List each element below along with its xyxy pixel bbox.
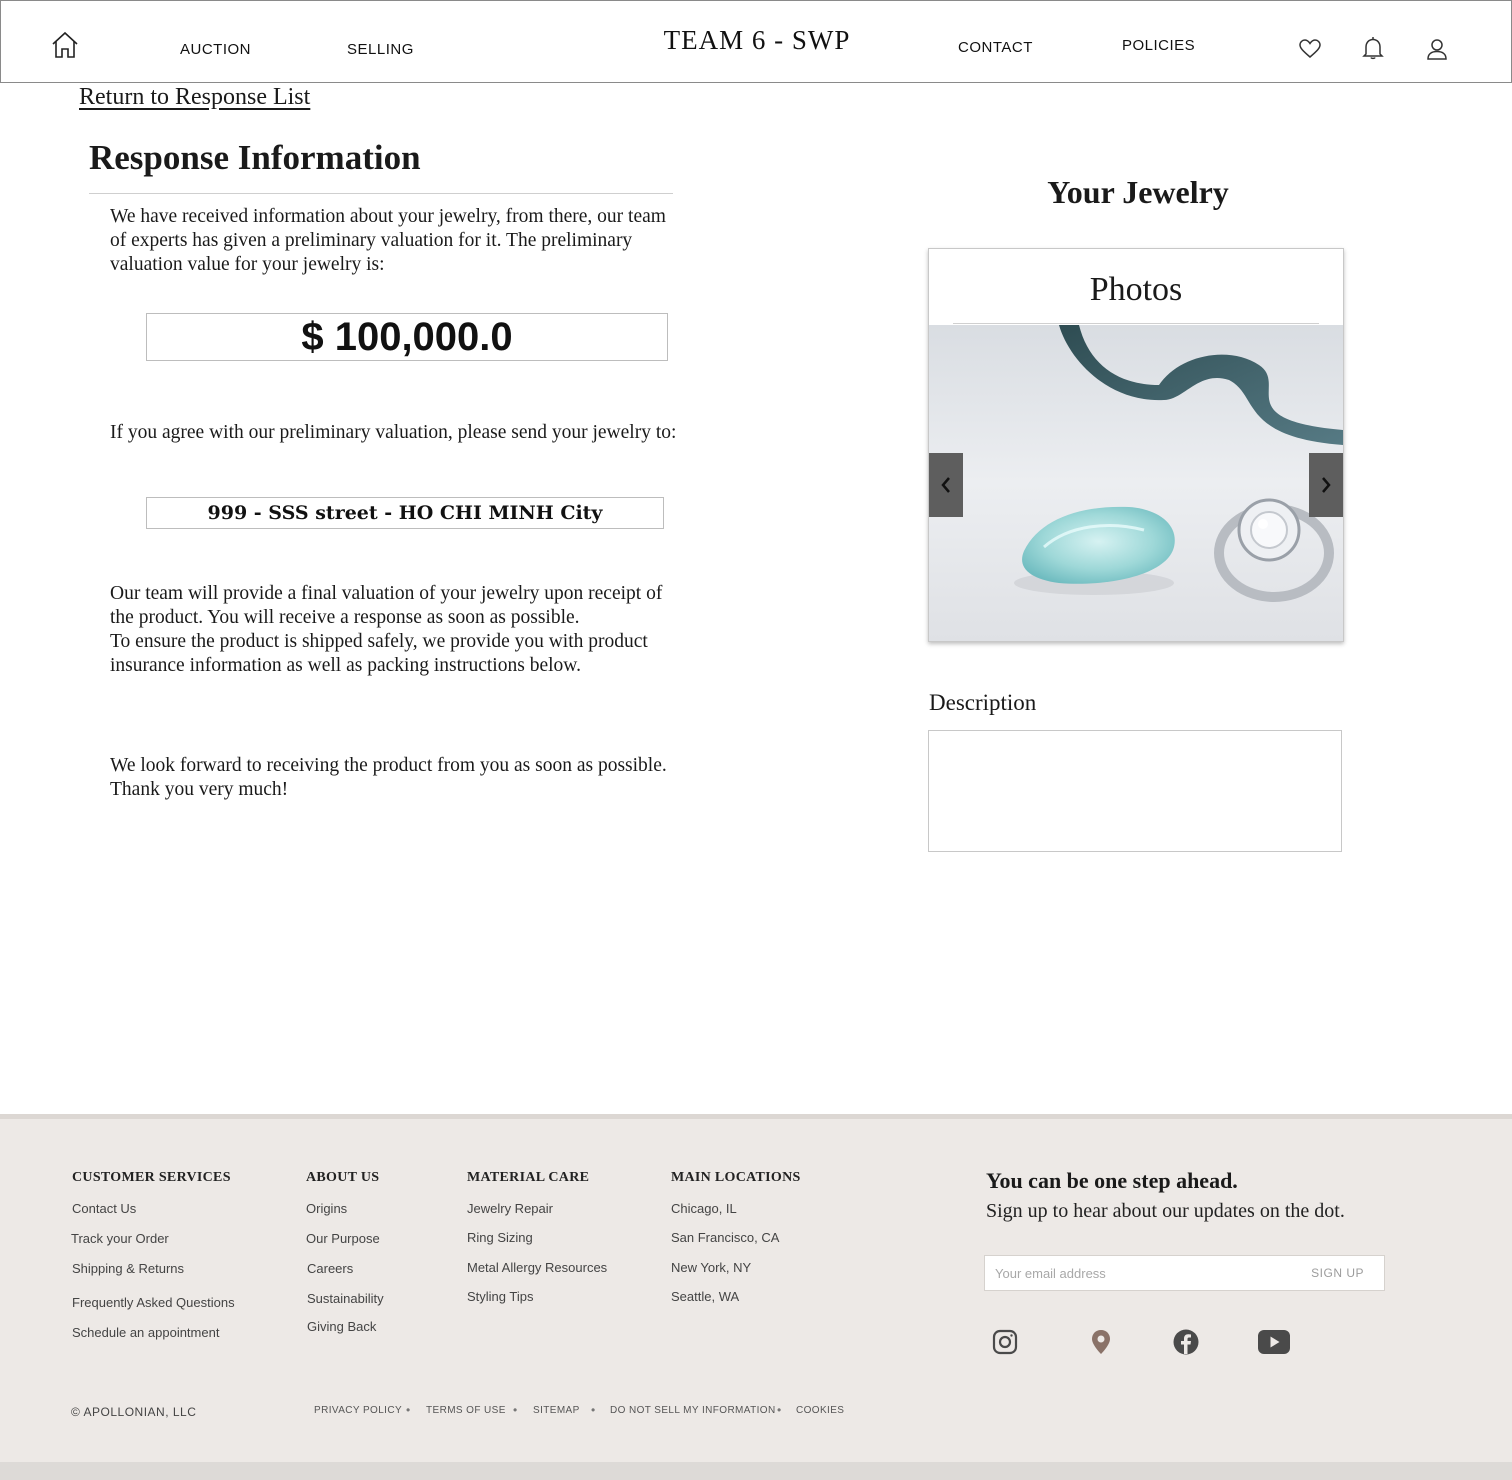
footer-link-sustainability[interactable]: Sustainability <box>307 1291 384 1306</box>
footer-link-faq[interactable]: Frequently Asked Questions <box>72 1295 235 1310</box>
legal-link-terms[interactable]: TERMS OF USE <box>426 1405 506 1416</box>
user-icon[interactable] <box>1423 35 1451 63</box>
footer-heading-customer-services: CUSTOMER SERVICES <box>72 1170 231 1185</box>
footer-link-ring-sizing[interactable]: Ring Sizing <box>467 1230 533 1245</box>
youtube-icon[interactable] <box>1256 1326 1292 1358</box>
final-text-2: To ensure the product is shipped safely,… <box>110 631 648 676</box>
footer-link-giving-back[interactable]: Giving Back <box>307 1319 376 1334</box>
heart-icon[interactable] <box>1296 35 1324 63</box>
jewelry-photo <box>929 325 1343 641</box>
footer-link-new-york[interactable]: New York, NY <box>671 1260 751 1275</box>
shipping-address: 999 - SSS street - HO CHI MINH City <box>146 497 664 529</box>
description-box <box>928 730 1342 852</box>
final-valuation-block: Our team will provide a final valuation … <box>110 582 675 678</box>
home-icon[interactable] <box>49 29 81 61</box>
footer-link-jewelry-repair[interactable]: Jewelry Repair <box>467 1201 553 1216</box>
valuation-value: $ 100,000.0 <box>146 313 668 361</box>
nav-auction[interactable]: AUCTION <box>180 41 251 58</box>
agree-text: If you agree with our preliminary valuat… <box>110 422 677 443</box>
carousel-next-button[interactable] <box>1309 453 1343 517</box>
newsletter-form: SIGN UP <box>984 1255 1385 1291</box>
footer-link-shipping-returns[interactable]: Shipping & Returns <box>72 1261 184 1276</box>
footer-link-san-francisco[interactable]: San Francisco, CA <box>671 1230 779 1245</box>
legal-separator: • <box>777 1403 782 1417</box>
site-header: AUCTION SELLING TEAM 6 - SWP CONTACT POL… <box>0 0 1512 83</box>
footer-heading-about-us: ABOUT US <box>306 1170 380 1185</box>
footer-bottom-band <box>0 1462 1512 1480</box>
chevron-left-icon <box>941 477 950 493</box>
nav-policies[interactable]: POLICIES <box>1122 37 1195 54</box>
signup-title: You can be one step ahead. <box>986 1168 1238 1193</box>
footer-link-styling-tips[interactable]: Styling Tips <box>467 1289 533 1304</box>
signup-subtitle: Sign up to hear about our updates on the… <box>986 1200 1345 1222</box>
photos-card: Photos <box>928 248 1344 642</box>
footer-link-track-order[interactable]: Track your Order <box>71 1231 169 1246</box>
legal-link-sitemap[interactable]: SITEMAP <box>533 1405 580 1416</box>
jewelry-title: Your Jewelry <box>1047 174 1229 210</box>
footer-link-seattle[interactable]: Seattle, WA <box>671 1289 739 1304</box>
copyright-text: © APOLLONIAN, LLC <box>71 1405 197 1419</box>
footer-heading-material-care: MATERIAL CARE <box>467 1170 590 1185</box>
footer-link-careers[interactable]: Careers <box>307 1261 353 1276</box>
description-label: Description <box>929 690 1037 715</box>
signup-button[interactable]: SIGN UP <box>1311 1266 1364 1280</box>
page-title: Response Information <box>89 138 421 177</box>
footer-link-metal-allergy[interactable]: Metal Allergy Resources <box>467 1260 607 1275</box>
brand-title[interactable]: TEAM 6 - SWP <box>601 25 913 56</box>
carousel-prev-button[interactable] <box>929 453 963 517</box>
legal-separator: • <box>406 1403 411 1417</box>
chevron-right-icon <box>1322 477 1331 493</box>
footer-link-origins[interactable]: Origins <box>306 1201 347 1216</box>
footer-link-our-purpose[interactable]: Our Purpose <box>306 1231 380 1246</box>
photos-title: Photos <box>1089 271 1183 308</box>
intro-text: We have received information about your … <box>110 206 666 275</box>
final-text-1: Our team will provide a final valuation … <box>110 583 663 628</box>
footer-heading-main-locations: MAIN LOCATIONS <box>671 1170 801 1185</box>
legal-separator: • <box>513 1403 518 1417</box>
bell-icon[interactable] <box>1359 34 1387 62</box>
closing-text: We look forward to receiving the product… <box>110 755 667 800</box>
photos-divider <box>953 323 1319 324</box>
nav-selling[interactable]: SELLING <box>347 41 414 58</box>
return-to-list-link[interactable]: Return to Response List <box>79 84 310 111</box>
instagram-icon[interactable] <box>990 1326 1020 1358</box>
nav-contact[interactable]: CONTACT <box>958 39 1033 56</box>
location-pin-icon[interactable] <box>1088 1326 1114 1358</box>
email-input[interactable] <box>995 1256 1295 1290</box>
legal-link-privacy[interactable]: PRIVACY POLICY <box>314 1405 402 1416</box>
legal-link-cookies[interactable]: COOKIES <box>796 1405 844 1416</box>
divider <box>89 193 673 194</box>
facebook-icon[interactable] <box>1172 1326 1200 1358</box>
legal-link-do-not-sell[interactable]: DO NOT SELL MY INFORMATION <box>610 1405 776 1416</box>
legal-separator: • <box>591 1403 596 1417</box>
footer-link-schedule-appointment[interactable]: Schedule an appointment <box>72 1325 219 1340</box>
footer-link-chicago[interactable]: Chicago, IL <box>671 1201 737 1216</box>
footer-link-contact-us[interactable]: Contact Us <box>72 1201 136 1216</box>
